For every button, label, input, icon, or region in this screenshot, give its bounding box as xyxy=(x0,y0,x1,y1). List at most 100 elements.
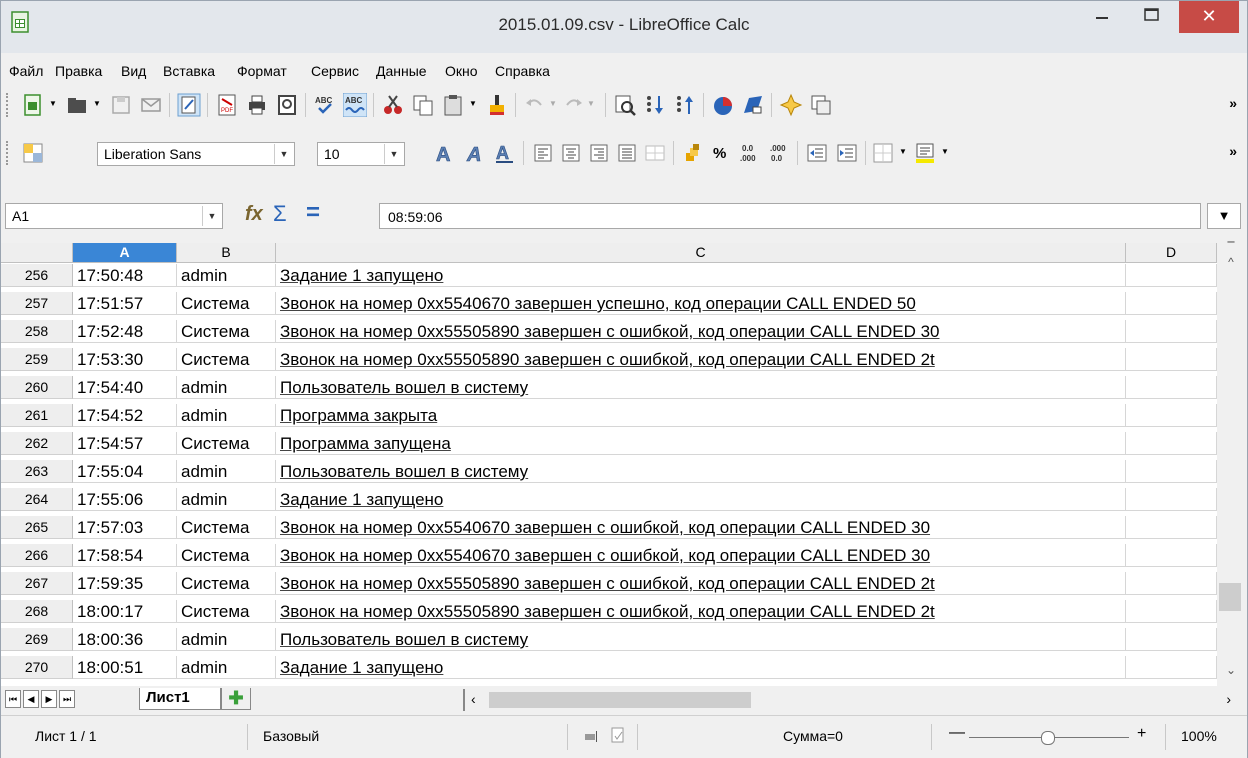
increase-indent-icon[interactable] xyxy=(835,141,859,165)
row-number[interactable]: 258 xyxy=(1,320,73,343)
export-pdf-icon[interactable]: PDF xyxy=(215,93,239,117)
cell-empty[interactable] xyxy=(1126,544,1217,567)
cell-time[interactable]: 17:55:04 xyxy=(73,460,177,483)
cell-empty[interactable] xyxy=(1126,628,1217,651)
document-modified-icon[interactable] xyxy=(609,726,627,744)
page-style[interactable]: Базовый xyxy=(263,728,319,744)
column-header-a[interactable]: A xyxy=(73,243,177,263)
function-wizard-icon[interactable]: fx xyxy=(245,203,263,226)
row-number[interactable]: 269 xyxy=(1,628,73,651)
new-document-icon[interactable] xyxy=(21,93,45,117)
next-sheet-icon[interactable]: ▶ xyxy=(41,690,57,708)
email-icon[interactable] xyxy=(139,93,163,117)
zoom-in-button[interactable]: + xyxy=(1137,725,1146,743)
background-color-dropdown-icon[interactable]: ▼ xyxy=(941,147,949,156)
undo-dropdown-icon[interactable]: ▼ xyxy=(549,99,557,108)
cell-empty[interactable] xyxy=(1126,264,1217,287)
toolbar-grip[interactable] xyxy=(6,93,11,117)
merge-cells-icon[interactable] xyxy=(643,141,667,165)
row-number[interactable]: 263 xyxy=(1,460,73,483)
vertical-scrollbar[interactable]: ‾ ^ ⌄ xyxy=(1217,241,1245,686)
cell-empty[interactable] xyxy=(1126,656,1217,679)
cell-empty[interactable] xyxy=(1126,516,1217,539)
horizontal-scroll-thumb[interactable] xyxy=(489,692,751,708)
cell-time[interactable]: 18:00:51 xyxy=(73,656,177,679)
scroll-down-icon[interactable]: ⌄ xyxy=(1221,663,1241,677)
cell-time[interactable]: 17:54:52 xyxy=(73,404,177,427)
cell-message[interactable]: Звонок на номер 0xx55505890 завершен с о… xyxy=(276,348,1126,371)
cell-empty[interactable] xyxy=(1126,572,1217,595)
column-header-d[interactable]: D xyxy=(1126,243,1217,263)
cell-user[interactable]: Система xyxy=(177,572,276,595)
row-number[interactable]: 261 xyxy=(1,404,73,427)
borders-icon[interactable] xyxy=(871,141,895,165)
formatting-toolbar-more[interactable]: » xyxy=(1229,143,1237,159)
menu-file[interactable]: Файл xyxy=(9,63,43,79)
remove-decimal-icon[interactable]: .0000.0 xyxy=(767,141,791,165)
cell-time[interactable]: 17:51:57 xyxy=(73,292,177,315)
cell-empty[interactable] xyxy=(1126,320,1217,343)
background-color-icon[interactable] xyxy=(913,141,937,165)
row-number[interactable]: 270 xyxy=(1,656,73,679)
menu-view[interactable]: Вид xyxy=(121,63,146,79)
scroll-left-icon[interactable]: ‹ xyxy=(471,691,476,707)
autospellcheck-icon[interactable]: ABC xyxy=(343,93,367,117)
new-dropdown-icon[interactable]: ▼ xyxy=(49,99,57,108)
paste-icon[interactable] xyxy=(441,93,465,117)
cell-message[interactable]: Программа закрыта xyxy=(276,404,1126,427)
font-name-combobox[interactable]: Liberation Sans ▼ xyxy=(97,142,295,166)
font-size-combobox[interactable]: 10 ▼ xyxy=(317,142,405,166)
cell-user[interactable]: Система xyxy=(177,600,276,623)
align-left-icon[interactable] xyxy=(531,141,555,165)
cell-message[interactable]: Пользователь вошел в систему xyxy=(276,628,1126,651)
chevron-down-icon[interactable]: ▼ xyxy=(274,144,293,164)
open-folder-icon[interactable] xyxy=(65,93,89,117)
add-sheet-icon[interactable]: ✚ xyxy=(221,688,251,710)
chevron-down-icon[interactable]: ▼ xyxy=(384,144,403,164)
cell-user[interactable]: admin xyxy=(177,488,276,511)
sheet-tab-1[interactable]: Лист1 xyxy=(139,688,221,710)
justify-icon[interactable] xyxy=(615,141,639,165)
zoom-out-button[interactable]: — xyxy=(949,724,965,742)
cell-message[interactable]: Звонок на номер 0xx55505890 завершен с о… xyxy=(276,320,1126,343)
insert-chart-icon[interactable] xyxy=(711,93,735,117)
borders-dropdown-icon[interactable]: ▼ xyxy=(899,147,907,156)
edit-mode-icon[interactable] xyxy=(177,93,201,117)
sum-icon[interactable]: Σ xyxy=(273,201,287,227)
scroll-top-icon[interactable]: ‾ xyxy=(1221,241,1241,259)
cell-time[interactable]: 17:53:30 xyxy=(73,348,177,371)
cell-time[interactable]: 17:50:48 xyxy=(73,264,177,287)
cell-time[interactable]: 17:59:35 xyxy=(73,572,177,595)
row-number[interactable]: 260 xyxy=(1,376,73,399)
function-icon[interactable]: = xyxy=(306,199,320,227)
align-center-icon[interactable] xyxy=(559,141,583,165)
cell-empty[interactable] xyxy=(1126,460,1217,483)
previous-sheet-icon[interactable]: ◀ xyxy=(23,690,39,708)
cell-user[interactable]: Система xyxy=(177,432,276,455)
zoom-level[interactable]: 100% xyxy=(1181,728,1217,744)
cell-message[interactable]: Программа запущена xyxy=(276,432,1126,455)
undo-icon[interactable] xyxy=(523,93,547,117)
spellcheck-icon[interactable]: ABC xyxy=(313,93,337,117)
insert-mode-icon[interactable] xyxy=(583,728,599,744)
cell-message[interactable]: Пользователь вошел в систему xyxy=(276,376,1126,399)
cell-time[interactable]: 17:58:54 xyxy=(73,544,177,567)
percent-format-button[interactable]: % xyxy=(713,145,726,162)
menu-data[interactable]: Данные xyxy=(376,63,427,79)
cell-empty[interactable] xyxy=(1126,404,1217,427)
styles-icon[interactable] xyxy=(21,141,45,165)
toolbar-grip[interactable] xyxy=(6,141,11,165)
clone-formatting-icon[interactable] xyxy=(485,93,509,117)
navigator-icon[interactable] xyxy=(779,93,803,117)
sort-descending-icon[interactable] xyxy=(673,93,697,117)
cell-user[interactable]: Система xyxy=(177,516,276,539)
formula-input[interactable]: 08:59:06 xyxy=(379,203,1201,229)
copy-icon[interactable] xyxy=(411,93,435,117)
cell-empty[interactable] xyxy=(1126,488,1217,511)
row-number[interactable]: 256 xyxy=(1,264,73,287)
cell-message[interactable]: Звонок на номер 0xx55505890 завершен с о… xyxy=(276,572,1126,595)
underline-icon[interactable]: A xyxy=(493,141,517,165)
sum-display[interactable]: Сумма=0 xyxy=(783,728,843,744)
currency-icon[interactable] xyxy=(681,141,705,165)
cell-empty[interactable] xyxy=(1126,376,1217,399)
